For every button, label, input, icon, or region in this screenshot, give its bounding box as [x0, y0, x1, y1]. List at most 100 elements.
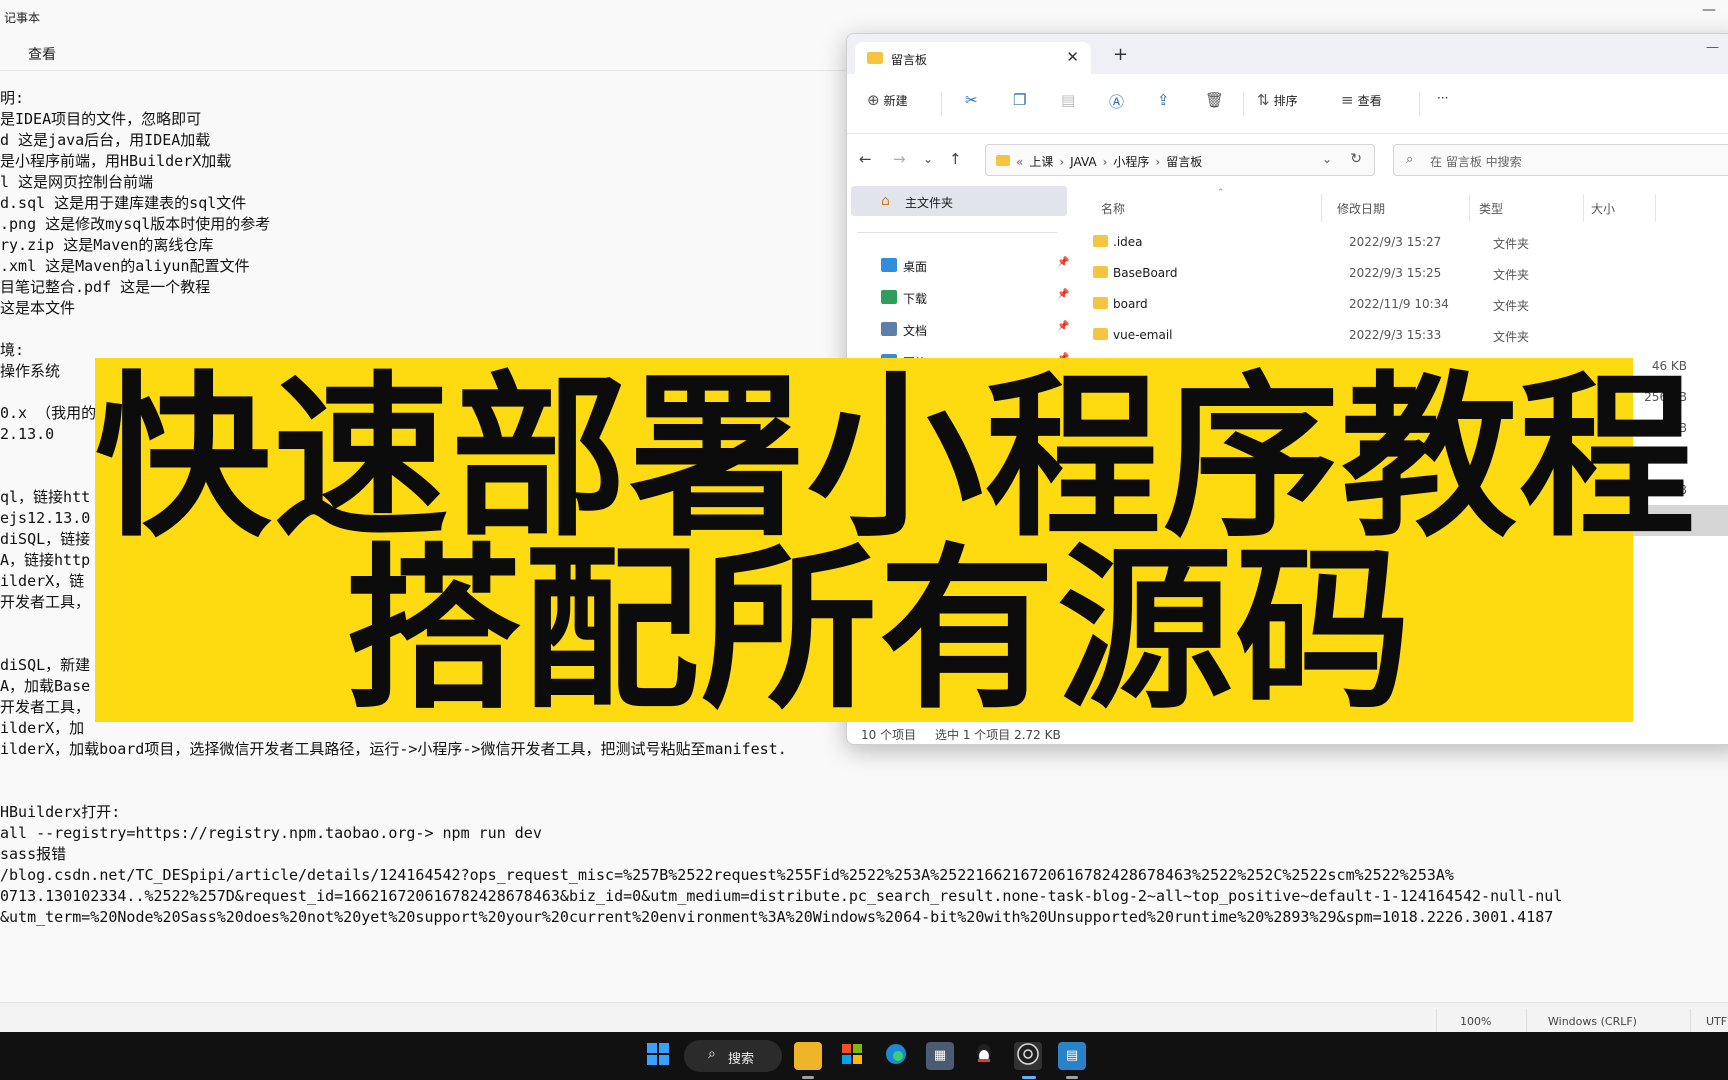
- banner-subtitle: 搭配所有源码: [345, 528, 1414, 733]
- editor-line: 目笔记整合.pdf 这是一个教程: [0, 278, 211, 296]
- notepad-icon[interactable]: ▤: [1058, 1042, 1086, 1070]
- file-type: 文件夹: [1493, 237, 1530, 251]
- more-icon: ···: [1437, 91, 1449, 105]
- chevron-down-icon[interactable]: ⌄: [1322, 152, 1332, 166]
- new-button[interactable]: ⊕ 新建: [867, 91, 908, 117]
- column-type[interactable]: 类型: [1479, 200, 1503, 217]
- sort-button[interactable]: ⇅ 排序: [1257, 91, 1298, 117]
- file-row[interactable]: .idea 2022/9/3 15:27 文件夹: [1075, 226, 1728, 257]
- search-placeholder: 在 留言板 中搜索: [1430, 155, 1522, 169]
- breadcrumb-item[interactable]: 留言板: [1166, 155, 1202, 169]
- editor-line: ilderX，加载board项目，选择微信开发者工具路径，运行->小程序->微信…: [0, 740, 787, 758]
- minimize-button[interactable]: —: [1706, 40, 1719, 55]
- refresh-icon[interactable]: ↻: [1350, 151, 1362, 167]
- zoom-level: 100%: [1460, 1015, 1492, 1028]
- breadcrumb-item[interactable]: 上课: [1029, 155, 1053, 169]
- file-name: board: [1113, 297, 1148, 311]
- breadcrumb-item[interactable]: JAVA: [1070, 155, 1096, 169]
- editor-line: 境:: [0, 341, 25, 359]
- forward-arrow-icon[interactable]: →: [893, 150, 906, 168]
- file-type: 文件夹: [1493, 330, 1530, 344]
- file-date: 2022/9/3 15:33: [1349, 328, 1442, 342]
- app-store-icon[interactable]: [838, 1042, 866, 1070]
- menu-view[interactable]: 查看: [28, 44, 56, 64]
- copy-button[interactable]: ❐: [1013, 91, 1030, 117]
- paste-icon: ▤: [1061, 91, 1076, 109]
- breadcrumb[interactable]: « 上课 › JAVA › 小程序 › 留言板: [1016, 153, 1208, 170]
- more-options-button[interactable]: ···: [1437, 91, 1448, 117]
- up-arrow-icon[interactable]: ↑: [949, 150, 962, 168]
- start-icon[interactable]: [644, 1042, 672, 1070]
- pin-icon[interactable]: 📌: [1057, 257, 1069, 268]
- divider: [1419, 92, 1420, 116]
- title-banner: 快速部署小程序教程 搭配所有源码: [95, 358, 1695, 733]
- breadcrumb-separator: «: [1016, 155, 1024, 169]
- editor-line: ql，链接htt: [0, 488, 91, 506]
- calculator-icon[interactable]: ▦: [926, 1042, 954, 1070]
- folder-icon: [1093, 297, 1108, 309]
- document-icon: [881, 322, 897, 336]
- editor-line: A，链接http: [0, 551, 91, 569]
- qq-icon[interactable]: [970, 1042, 998, 1070]
- new-tab-button[interactable]: +: [1113, 44, 1128, 65]
- divider: [1690, 1009, 1691, 1033]
- pin-icon[interactable]: 📌: [1057, 289, 1069, 300]
- rename-icon: Ⓐ: [1109, 93, 1125, 111]
- breadcrumb-separator: ›: [1155, 155, 1161, 169]
- delete-button[interactable]: 🗑: [1205, 91, 1228, 117]
- sidebar-item[interactable]: 文档 📌: [847, 314, 1071, 344]
- view-button[interactable]: ≡ 查看: [1341, 91, 1382, 117]
- obs-icon[interactable]: [1014, 1042, 1042, 1070]
- folder-icon: [1093, 266, 1108, 278]
- file-explorer-icon[interactable]: [794, 1042, 822, 1070]
- divider: [941, 92, 942, 116]
- file-date: 2022/9/3 15:25: [1349, 266, 1442, 280]
- search-icon: ⌕: [1406, 152, 1414, 167]
- paste-button[interactable]: ▤: [1061, 91, 1079, 117]
- column-headers: ⌃ 名称 修改日期 类型 大小: [1075, 186, 1728, 222]
- cut-button[interactable]: ✂: [965, 91, 982, 117]
- editor-line: .xml 这是Maven的aliyun配置文件: [0, 257, 250, 275]
- download-icon: [881, 290, 897, 304]
- file-row[interactable]: vue-email 2022/9/3 15:33 文件夹: [1075, 319, 1728, 350]
- address-bar[interactable]: « 上课 › JAVA › 小程序 › 留言板 ⌄ ↻: [985, 144, 1375, 176]
- sidebar-item-label: 下载: [903, 292, 928, 306]
- editor-line: HBuilderx打开:: [0, 803, 121, 821]
- file-row[interactable]: board 2022/11/9 10:34 文件夹: [1075, 288, 1728, 319]
- minimize-button[interactable]: —: [1702, 2, 1716, 18]
- running-indicator: [802, 1076, 814, 1079]
- column-name[interactable]: 名称: [1101, 200, 1125, 217]
- home-icon: ⌂: [881, 193, 890, 209]
- column-date[interactable]: 修改日期: [1337, 200, 1385, 217]
- tab-message-board[interactable]: 留言板 ✕: [855, 42, 1091, 74]
- desktop: 记事本 — 查看 明: 是IDEA项目的文件，忽略即可 d 这是java后台，用ID…: [0, 0, 1728, 1080]
- share-button[interactable]: ⇪: [1157, 91, 1174, 117]
- recent-chevron-down-icon[interactable]: ⌄: [923, 152, 933, 166]
- editor-line: ry.zip 这是Maven的离线仓库: [0, 236, 214, 254]
- close-tab-icon[interactable]: ✕: [1066, 48, 1079, 66]
- back-arrow-icon[interactable]: ←: [859, 150, 872, 168]
- breadcrumb-item[interactable]: 小程序: [1113, 155, 1149, 169]
- sidebar-item[interactable]: 桌面 📌: [847, 250, 1071, 280]
- file-name: BaseBoard: [1113, 266, 1178, 280]
- sidebar-item-home[interactable]: ⌂ 主文件夹: [851, 186, 1067, 216]
- editor-line: 操作系统: [0, 362, 61, 380]
- tab-title: 留言板: [891, 53, 928, 67]
- search-box[interactable]: ⌕ 在 留言板 中搜索: [1393, 144, 1728, 176]
- desktop-icon: [881, 258, 897, 272]
- divider: [1321, 194, 1322, 222]
- edge-icon[interactable]: [882, 1042, 910, 1070]
- folder-icon: [867, 52, 883, 64]
- search-icon: ⌕: [708, 1046, 716, 1062]
- editor-line: 2.13.0: [0, 425, 55, 443]
- rename-button[interactable]: Ⓐ: [1109, 91, 1128, 117]
- running-indicator: [1066, 1076, 1078, 1079]
- list-view-icon: ≡: [1341, 91, 1354, 109]
- file-row[interactable]: BaseBoard 2022/9/3 15:25 文件夹: [1075, 257, 1728, 288]
- column-size[interactable]: 大小: [1591, 200, 1615, 217]
- scissors-icon: ✂: [965, 91, 978, 109]
- sidebar-item[interactable]: 下载 📌: [847, 282, 1071, 312]
- taskbar-search-button[interactable]: ⌕ 搜索: [684, 1040, 782, 1072]
- trash-icon: 🗑: [1205, 91, 1225, 109]
- pin-icon[interactable]: 📌: [1057, 321, 1069, 332]
